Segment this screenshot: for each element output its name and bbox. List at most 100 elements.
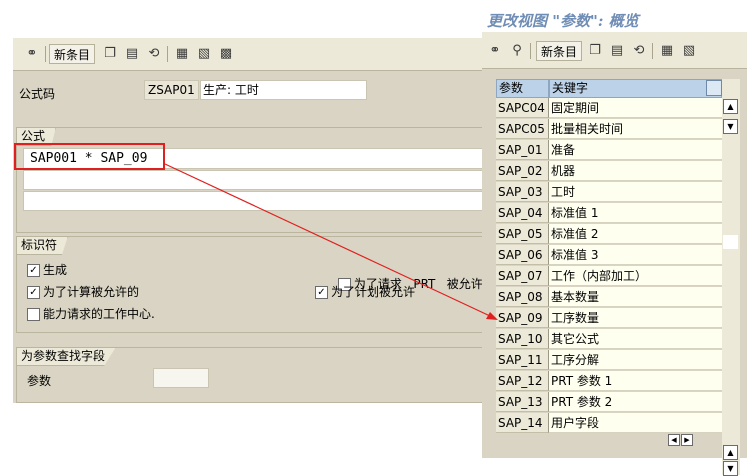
horizontal-scroll-controls[interactable]: ◀ ▶	[668, 434, 704, 448]
param-cell[interactable]: SAP_01	[496, 140, 549, 160]
toolbar-separator	[530, 43, 531, 59]
select-all-icon[interactable]: ▦	[658, 41, 676, 59]
delete-icon[interactable]: ▤	[608, 41, 626, 59]
scheduling-checkbox-row[interactable]: ✓ 为了计划被允许	[315, 283, 415, 300]
cost-calc-label: 为了计算被允许的	[43, 285, 140, 299]
param-cell[interactable]: SAP_14	[496, 413, 549, 433]
formula-description-field[interactable]: 生产: 工时	[200, 80, 367, 100]
select-block-icon[interactable]: ▧	[195, 44, 213, 62]
table-row[interactable]: SAPC04 固定期间	[496, 98, 722, 119]
capacity-req-checkbox[interactable]	[27, 308, 40, 321]
undo-icon[interactable]: ⟲	[630, 41, 648, 59]
column-header-param[interactable]: 参数	[496, 79, 549, 98]
param-cell[interactable]: SAP_05	[496, 224, 549, 244]
table-row[interactable]: SAPC05 批量相关时间	[496, 119, 722, 140]
table-row[interactable]: SAP_13 PRT 参数 2	[496, 392, 722, 413]
keyword-cell[interactable]: 工序分解	[549, 350, 722, 370]
param-search-group-title: 为参数查找字段	[17, 347, 117, 366]
window-title: 更改视图 "参数": 概览	[487, 12, 639, 30]
param-cell[interactable]: SAP_02	[496, 161, 549, 181]
keyword-cell[interactable]: 标准值 2	[549, 224, 722, 244]
param-cell[interactable]: SAPC04	[496, 98, 549, 118]
left-toolbar: ⚭ 新条目 ❐ ▤ ⟲ ▦ ▧ ▩	[13, 38, 483, 71]
param-cell[interactable]: SAP_09	[496, 308, 549, 328]
table-row[interactable]: SAP_09 工序数量	[496, 308, 722, 329]
copy-icon[interactable]: ❐	[586, 41, 604, 59]
keyword-cell[interactable]: 固定期间	[549, 98, 722, 118]
keyword-cell[interactable]: 标准值 1	[549, 203, 722, 223]
table-row[interactable]: SAP_04 标准值 1	[496, 203, 722, 224]
table-row[interactable]: SAP_10 其它公式	[496, 329, 722, 350]
formula-line-3[interactable]	[23, 191, 487, 211]
table-row[interactable]: SAP_12 PRT 参数 1	[496, 371, 722, 392]
param-cell[interactable]: SAP_07	[496, 266, 549, 286]
glasses-icon[interactable]: ⚭	[486, 41, 504, 59]
toolbar-separator	[652, 43, 653, 59]
formula-code-field[interactable]: ZSAP01	[144, 80, 199, 100]
table-row[interactable]: SAP_07 工作（内部加工）	[496, 266, 722, 287]
table-row[interactable]: SAP_03 工时	[496, 182, 722, 203]
keyword-cell[interactable]: 基本数量	[549, 287, 722, 307]
deselect-icon[interactable]: ▩	[217, 44, 235, 62]
table-row[interactable]: SAP_02 机器	[496, 161, 722, 182]
keyword-cell[interactable]: 标准值 3	[549, 245, 722, 265]
copy-icon[interactable]: ❐	[101, 44, 119, 62]
table-row[interactable]: SAP_01 准备	[496, 140, 722, 161]
find-icon[interactable]: ⚲	[508, 41, 526, 59]
param-label: 参数	[27, 374, 52, 388]
cost-calc-checkbox-row[interactable]: ✓ 为了计算被允许的	[27, 283, 139, 300]
param-cell[interactable]: SAP_08	[496, 287, 549, 307]
param-cell[interactable]: SAPC05	[496, 119, 549, 139]
right-toolbar: ⚭ ⚲ 新条目 ❐ ▤ ⟲ ▦ ▧	[482, 32, 747, 69]
new-entries-button[interactable]: 新条目	[536, 41, 582, 61]
keyword-cell[interactable]: 准备	[549, 140, 722, 160]
keyword-cell[interactable]: 用户字段	[549, 413, 722, 433]
param-cell[interactable]: SAP_03	[496, 182, 549, 202]
capacity-req-checkbox-row[interactable]: 能力请求的工作中心.	[27, 305, 155, 322]
capacity-req-label: 能力请求的工作中心.	[43, 307, 155, 321]
cost-calc-checkbox[interactable]: ✓	[27, 286, 40, 299]
vertical-scrollbar[interactable]: ▲ ▼ ▲ ▼	[722, 79, 740, 476]
new-entries-button[interactable]: 新条目	[49, 44, 95, 64]
table-row[interactable]: SAP_08 基本数量	[496, 287, 722, 308]
scroll-down-button[interactable]: ▼	[723, 119, 738, 134]
param-cell[interactable]: SAP_06	[496, 245, 549, 265]
generate-checkbox[interactable]: ✓	[27, 264, 40, 277]
generate-checkbox-row[interactable]: ✓ 生成	[27, 261, 67, 278]
keyword-cell[interactable]: 工作（内部加工）	[549, 266, 722, 286]
select-all-icon[interactable]: ▦	[173, 44, 191, 62]
formula-line-2[interactable]	[23, 170, 487, 190]
param-cell[interactable]: SAP_04	[496, 203, 549, 223]
table-row[interactable]: SAP_14 用户字段	[496, 413, 722, 434]
generate-label: 生成	[43, 263, 68, 277]
scroll-right-button[interactable]: ▶	[681, 434, 693, 446]
formula-code-label: 公式码	[19, 87, 56, 101]
keyword-cell[interactable]: 其它公式	[549, 329, 722, 349]
param-cell[interactable]: SAP_13	[496, 392, 549, 412]
param-cell[interactable]: SAP_12	[496, 371, 549, 391]
scroll-down-button-bottom[interactable]: ▼	[723, 461, 738, 476]
table-row[interactable]: SAP_06 标准值 3	[496, 245, 722, 266]
table-row[interactable]: SAP_05 标准值 2	[496, 224, 722, 245]
param-cell[interactable]: SAP_11	[496, 350, 549, 370]
keyword-cell[interactable]: PRT 参数 1	[549, 371, 722, 391]
keyword-cell[interactable]: 机器	[549, 161, 722, 181]
keyword-cell[interactable]: 工序数量	[549, 308, 722, 328]
column-header-keyword[interactable]: 关键字	[549, 79, 722, 98]
param-search-field[interactable]	[153, 368, 209, 388]
param-cell[interactable]: SAP_10	[496, 329, 549, 349]
scheduling-label: 为了计划被允许	[331, 285, 416, 299]
scroll-left-button[interactable]: ◀	[668, 434, 680, 446]
select-block-icon[interactable]: ▧	[680, 41, 698, 59]
keyword-cell[interactable]: 批量相关时间	[549, 119, 722, 139]
scroll-thumb[interactable]	[723, 235, 738, 249]
keyword-cell[interactable]: 工时	[549, 182, 722, 202]
scroll-up-button[interactable]: ▲	[723, 99, 738, 114]
delete-icon[interactable]: ▤	[123, 44, 141, 62]
undo-icon[interactable]: ⟲	[145, 44, 163, 62]
glasses-icon[interactable]: ⚭	[23, 44, 41, 62]
scheduling-checkbox[interactable]: ✓	[315, 286, 328, 299]
table-settings-icon[interactable]	[706, 80, 722, 96]
keyword-cell[interactable]: PRT 参数 2	[549, 392, 722, 412]
table-row[interactable]: SAP_11 工序分解	[496, 350, 722, 371]
